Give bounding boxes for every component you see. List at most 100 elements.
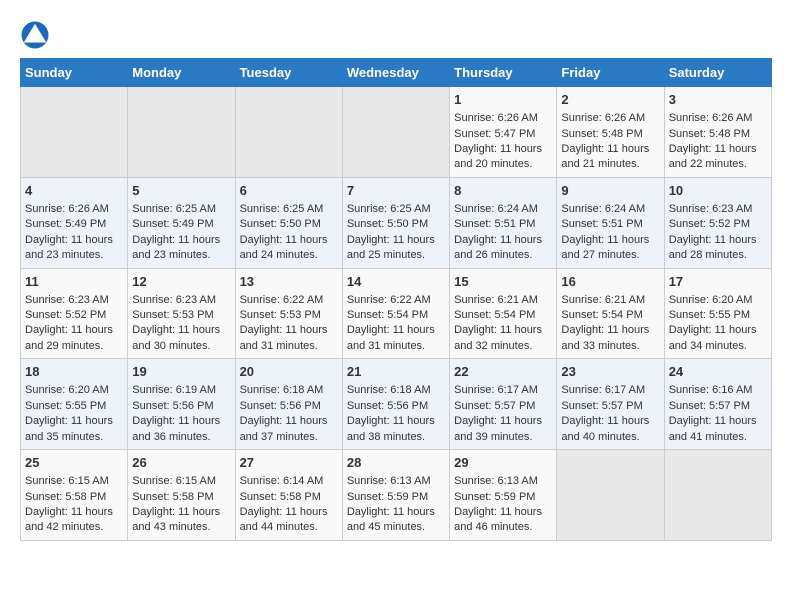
logo bbox=[20, 20, 52, 50]
cell-content: Sunrise: 6:20 AM bbox=[25, 383, 123, 398]
calendar-cell: 29Sunrise: 6:13 AMSunset: 5:59 PMDayligh… bbox=[450, 450, 557, 541]
cell-content: and 41 minutes. bbox=[669, 430, 767, 445]
cell-content: Sunset: 5:50 PM bbox=[347, 217, 445, 232]
day-number: 2 bbox=[561, 91, 659, 109]
day-number: 12 bbox=[132, 273, 230, 291]
calendar-week-1: 4Sunrise: 6:26 AMSunset: 5:49 PMDaylight… bbox=[21, 177, 772, 268]
cell-content: Daylight: 11 hours bbox=[132, 414, 230, 429]
day-number: 11 bbox=[25, 273, 123, 291]
day-number: 9 bbox=[561, 182, 659, 200]
day-number: 20 bbox=[240, 363, 338, 381]
calendar-cell: 19Sunrise: 6:19 AMSunset: 5:56 PMDayligh… bbox=[128, 359, 235, 450]
cell-content: Daylight: 11 hours bbox=[240, 233, 338, 248]
cell-content: and 25 minutes. bbox=[347, 248, 445, 263]
cell-content: and 36 minutes. bbox=[132, 430, 230, 445]
cell-content: and 24 minutes. bbox=[240, 248, 338, 263]
calendar-header-row: SundayMondayTuesdayWednesdayThursdayFrid… bbox=[21, 59, 772, 87]
cell-content: Sunset: 5:48 PM bbox=[669, 127, 767, 142]
calendar-cell: 5Sunrise: 6:25 AMSunset: 5:49 PMDaylight… bbox=[128, 177, 235, 268]
cell-content: Sunrise: 6:26 AM bbox=[454, 111, 552, 126]
cell-content: Sunset: 5:49 PM bbox=[132, 217, 230, 232]
cell-content: Sunset: 5:50 PM bbox=[240, 217, 338, 232]
cell-content: Daylight: 11 hours bbox=[240, 414, 338, 429]
cell-content: Sunset: 5:54 PM bbox=[561, 308, 659, 323]
calendar-cell: 23Sunrise: 6:17 AMSunset: 5:57 PMDayligh… bbox=[557, 359, 664, 450]
cell-content: Sunset: 5:59 PM bbox=[347, 490, 445, 505]
cell-content: Daylight: 11 hours bbox=[25, 414, 123, 429]
cell-content: Sunrise: 6:24 AM bbox=[454, 202, 552, 217]
cell-content: Sunset: 5:58 PM bbox=[132, 490, 230, 505]
calendar-week-2: 11Sunrise: 6:23 AMSunset: 5:52 PMDayligh… bbox=[21, 268, 772, 359]
cell-content: Sunset: 5:59 PM bbox=[454, 490, 552, 505]
cell-content: Daylight: 11 hours bbox=[347, 505, 445, 520]
cell-content: Sunrise: 6:16 AM bbox=[669, 383, 767, 398]
day-number: 18 bbox=[25, 363, 123, 381]
day-number: 7 bbox=[347, 182, 445, 200]
calendar-cell: 20Sunrise: 6:18 AMSunset: 5:56 PMDayligh… bbox=[235, 359, 342, 450]
cell-content: Daylight: 11 hours bbox=[347, 323, 445, 338]
calendar-cell: 2Sunrise: 6:26 AMSunset: 5:48 PMDaylight… bbox=[557, 87, 664, 178]
day-number: 5 bbox=[132, 182, 230, 200]
calendar-cell: 12 Sunrise: 6:23 AMSunset: 5:53 PMDayligh… bbox=[128, 268, 235, 359]
cell-content: Sunset: 5:53 PM bbox=[132, 308, 230, 323]
cell-content: and 29 minutes. bbox=[25, 339, 123, 354]
day-number: 3 bbox=[669, 91, 767, 109]
cell-content: Sunset: 5:47 PM bbox=[454, 127, 552, 142]
cell-content: Daylight: 11 hours bbox=[132, 233, 230, 248]
calendar-cell: 6Sunrise: 6:25 AMSunset: 5:50 PMDaylight… bbox=[235, 177, 342, 268]
day-number: 22 bbox=[454, 363, 552, 381]
cell-content: Sunset: 5:52 PM bbox=[669, 217, 767, 232]
header-sunday: Sunday bbox=[21, 59, 128, 87]
day-number: 6 bbox=[240, 182, 338, 200]
cell-content: Daylight: 11 hours bbox=[669, 323, 767, 338]
cell-content: Daylight: 11 hours bbox=[240, 323, 338, 338]
day-number: 10 bbox=[669, 182, 767, 200]
cell-content: Sunrise: 6:13 AM bbox=[454, 474, 552, 489]
cell-content: Sunrise: 6:23 AM bbox=[669, 202, 767, 217]
calendar-cell: 22 Sunrise: 6:17 AMSunset: 5:57 PMDayligh… bbox=[450, 359, 557, 450]
calendar-cell: 18Sunrise: 6:20 AMSunset: 5:55 PMDayligh… bbox=[21, 359, 128, 450]
header-thursday: Thursday bbox=[450, 59, 557, 87]
cell-content: Sunrise: 6:26 AM bbox=[561, 111, 659, 126]
header-saturday: Saturday bbox=[664, 59, 771, 87]
cell-content: Sunrise: 6:23 AM bbox=[132, 293, 230, 308]
day-number: 21 bbox=[347, 363, 445, 381]
cell-content: Sunrise: 6:21 AM bbox=[454, 293, 552, 308]
calendar-cell: 25Sunrise: 6:15 AMSunset: 5:58 PMDayligh… bbox=[21, 450, 128, 541]
cell-content: Sunrise: 6:26 AM bbox=[25, 202, 123, 217]
cell-content: Sunset: 5:54 PM bbox=[454, 308, 552, 323]
cell-content: Sunrise: 6:17 AM bbox=[454, 383, 552, 398]
cell-content: Sunset: 5:57 PM bbox=[454, 399, 552, 414]
cell-content: Sunrise: 6:23 AM bbox=[25, 293, 123, 308]
cell-content: Sunrise: 6:15 AM bbox=[25, 474, 123, 489]
header-tuesday: Tuesday bbox=[235, 59, 342, 87]
cell-content: Sunrise: 6:14 AM bbox=[240, 474, 338, 489]
day-number: 17 bbox=[669, 273, 767, 291]
cell-content: Daylight: 11 hours bbox=[25, 505, 123, 520]
cell-content: and 34 minutes. bbox=[669, 339, 767, 354]
cell-content: and 23 minutes. bbox=[132, 248, 230, 263]
day-number: 23 bbox=[561, 363, 659, 381]
cell-content: Daylight: 11 hours bbox=[347, 233, 445, 248]
cell-content: Daylight: 11 hours bbox=[454, 414, 552, 429]
cell-content: Sunrise: 6:26 AM bbox=[669, 111, 767, 126]
day-number: 8 bbox=[454, 182, 552, 200]
cell-content: Sunrise: 6:25 AM bbox=[347, 202, 445, 217]
cell-content: Daylight: 11 hours bbox=[25, 233, 123, 248]
cell-content: Daylight: 11 hours bbox=[454, 505, 552, 520]
calendar-cell: 7 Sunrise: 6:25 AMSunset: 5:50 PMDaylight… bbox=[342, 177, 449, 268]
calendar-cell: 24Sunrise: 6:16 AMSunset: 5:57 PMDayligh… bbox=[664, 359, 771, 450]
cell-content: and 46 minutes. bbox=[454, 520, 552, 535]
calendar-cell bbox=[342, 87, 449, 178]
day-number: 14 bbox=[347, 273, 445, 291]
cell-content: and 35 minutes. bbox=[25, 430, 123, 445]
cell-content: Sunset: 5:56 PM bbox=[240, 399, 338, 414]
cell-content: Daylight: 11 hours bbox=[132, 505, 230, 520]
cell-content: and 40 minutes. bbox=[561, 430, 659, 445]
cell-content: Daylight: 11 hours bbox=[132, 323, 230, 338]
cell-content: and 22 minutes. bbox=[669, 157, 767, 172]
cell-content: and 39 minutes. bbox=[454, 430, 552, 445]
cell-content: Sunset: 5:58 PM bbox=[240, 490, 338, 505]
cell-content: and 38 minutes. bbox=[347, 430, 445, 445]
cell-content: and 42 minutes. bbox=[25, 520, 123, 535]
